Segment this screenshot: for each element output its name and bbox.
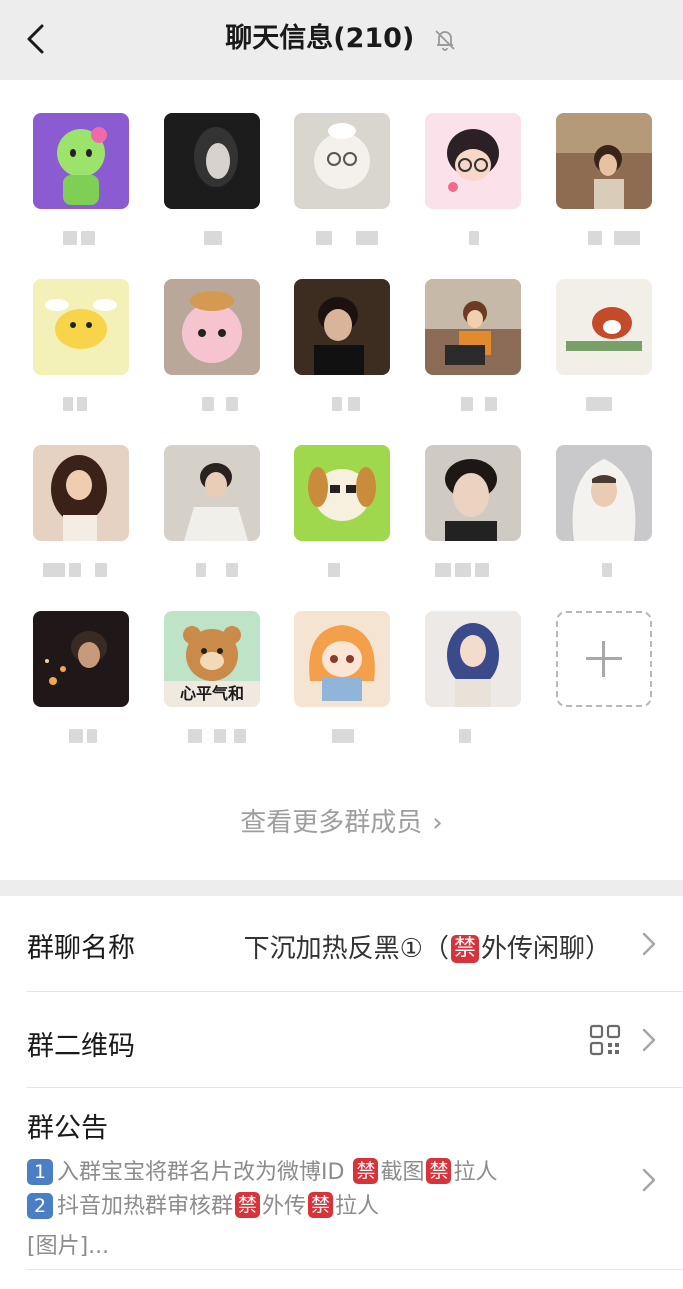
member-name-redacted bbox=[304, 557, 380, 581]
member-item[interactable] bbox=[294, 611, 394, 761]
notice-text: 拉人 bbox=[335, 1194, 380, 1219]
group-notice-label: 群公告 bbox=[27, 1113, 108, 1144]
keycap-number: 2 bbox=[27, 1193, 53, 1219]
member-item[interactable] bbox=[164, 279, 264, 429]
member-name-redacted bbox=[566, 225, 642, 249]
member-item[interactable] bbox=[556, 445, 656, 595]
pink-plush-avatar bbox=[164, 279, 260, 375]
ban-emoji: 禁 bbox=[235, 1192, 261, 1218]
ban-emoji: 禁 bbox=[308, 1192, 334, 1218]
member-name-redacted bbox=[174, 225, 250, 249]
view-more-members-link[interactable]: 查看更多群成员 › bbox=[0, 802, 683, 839]
night-portrait-avatar bbox=[33, 611, 129, 707]
boy-white-shirt-avatar bbox=[164, 445, 260, 541]
member-item[interactable] bbox=[425, 611, 525, 761]
plush-dog-avatar bbox=[294, 113, 390, 209]
notice-text: 拉人 bbox=[453, 1160, 498, 1185]
member-item[interactable] bbox=[425, 445, 525, 595]
boy-closeup-avatar bbox=[425, 445, 521, 541]
ban-emoji: 禁 bbox=[353, 1158, 379, 1184]
member-item[interactable] bbox=[425, 113, 525, 263]
group-qr-label: 群二维码 bbox=[27, 1031, 135, 1062]
member-name-redacted bbox=[174, 557, 250, 581]
row-divider bbox=[27, 1269, 683, 1270]
notice-text: 入群宝宝将群名片改为微博ID bbox=[57, 1160, 352, 1185]
member-name-redacted bbox=[435, 225, 511, 249]
member-name-redacted bbox=[174, 391, 250, 415]
member-name-redacted bbox=[566, 557, 642, 581]
member-item[interactable] bbox=[294, 113, 394, 263]
member-item[interactable] bbox=[164, 445, 264, 595]
group-name-value: 下沉加热反黑①（禁外传闲聊） bbox=[244, 928, 611, 965]
member-item[interactable] bbox=[294, 279, 394, 429]
group-name-prefix: 下沉加热反黑①（ bbox=[243, 934, 449, 964]
avatar-caption: 心平气和 bbox=[180, 684, 244, 703]
member-name-redacted bbox=[435, 723, 511, 747]
bell-off-icon bbox=[435, 29, 455, 51]
hello-kitty-avatar bbox=[33, 113, 129, 209]
member-item[interactable] bbox=[164, 113, 264, 263]
member-name-redacted bbox=[43, 391, 119, 415]
chevron-right-icon: › bbox=[432, 808, 443, 838]
member-item[interactable] bbox=[33, 445, 133, 595]
member-item[interactable] bbox=[556, 279, 656, 429]
member-name-redacted bbox=[566, 391, 642, 415]
red-panda-avatar bbox=[556, 279, 652, 375]
member-name-redacted bbox=[43, 723, 119, 747]
member-item[interactable] bbox=[294, 445, 394, 595]
group-notice-row[interactable]: 群公告 1 入群宝宝将群名片改为微博ID 禁截图禁拉人 2 抖音加热群审核群禁外传禁… bbox=[0, 1088, 683, 1270]
member-name-redacted bbox=[435, 557, 511, 581]
group-name-suffix: 外传闲聊） bbox=[480, 934, 611, 964]
view-more-members-label: 查看更多群成员 bbox=[240, 808, 423, 838]
notice-line-2: 2 抖音加热群审核群禁外传禁拉人 bbox=[27, 1188, 379, 1220]
add-member-button[interactable] bbox=[556, 611, 652, 707]
girl-portrait-avatar bbox=[556, 113, 652, 209]
notice-line-3: [图片]... bbox=[27, 1234, 110, 1259]
page-title: 聊天信息(210) bbox=[0, 21, 683, 57]
title-bar: 聊天信息(210) bbox=[0, 0, 683, 80]
cartoon-dog-avatar bbox=[294, 445, 390, 541]
chevron-right-icon bbox=[642, 1168, 656, 1192]
boy-portrait-avatar bbox=[294, 279, 390, 375]
cartoon-girl-laptop-avatar bbox=[425, 279, 521, 375]
member-item[interactable]: 心平气和 bbox=[164, 611, 264, 761]
umaru-avatar bbox=[294, 611, 390, 707]
member-item[interactable] bbox=[33, 611, 133, 761]
member-name-redacted bbox=[43, 225, 119, 249]
member-item[interactable] bbox=[425, 279, 525, 429]
chevron-right-icon bbox=[642, 932, 656, 956]
blue-hair-girl-avatar bbox=[425, 611, 521, 707]
notice-text: 截图 bbox=[380, 1160, 425, 1185]
member-name-redacted bbox=[304, 225, 380, 249]
ban-emoji: 禁 bbox=[426, 1158, 452, 1184]
hooded-boy-avatar bbox=[556, 445, 652, 541]
ban-emoji: 禁 bbox=[450, 935, 479, 963]
member-item[interactable] bbox=[556, 113, 656, 263]
anime-glasses-girl-avatar bbox=[425, 113, 521, 209]
page-title-text: 聊天信息(210) bbox=[225, 23, 415, 54]
member-item[interactable] bbox=[33, 279, 133, 429]
notice-line-1: 1 入群宝宝将群名片改为微博ID 禁截图禁拉人 bbox=[27, 1154, 498, 1186]
notice-text: 抖音加热群审核群 bbox=[57, 1194, 234, 1219]
group-qr-row[interactable]: 群二维码 bbox=[0, 992, 683, 1088]
dark-hair-girl-avatar bbox=[164, 113, 260, 209]
member-grid: 心平气和 查看更多群成员 › bbox=[0, 80, 683, 880]
member-name-redacted bbox=[304, 723, 380, 747]
qr-code-icon bbox=[589, 1024, 621, 1056]
notice-text: 外传 bbox=[262, 1194, 307, 1219]
plus-icon-vertical bbox=[602, 641, 605, 677]
keycap-number: 1 bbox=[27, 1159, 53, 1185]
long-hair-girl-avatar bbox=[33, 445, 129, 541]
section-separator bbox=[0, 880, 683, 896]
member-name-redacted bbox=[435, 391, 511, 415]
member-name-redacted bbox=[43, 557, 119, 581]
group-name-label: 群聊名称 bbox=[27, 933, 135, 964]
angel-chick-avatar bbox=[33, 279, 129, 375]
chevron-right-icon bbox=[642, 1028, 656, 1052]
group-name-row[interactable]: 群聊名称 下沉加热反黑①（禁外传闲聊） bbox=[0, 896, 683, 992]
bear-sticker-avatar: 心平气和 bbox=[164, 611, 260, 707]
member-item[interactable] bbox=[33, 113, 133, 263]
member-name-redacted bbox=[174, 723, 250, 747]
member-name-redacted bbox=[304, 391, 380, 415]
